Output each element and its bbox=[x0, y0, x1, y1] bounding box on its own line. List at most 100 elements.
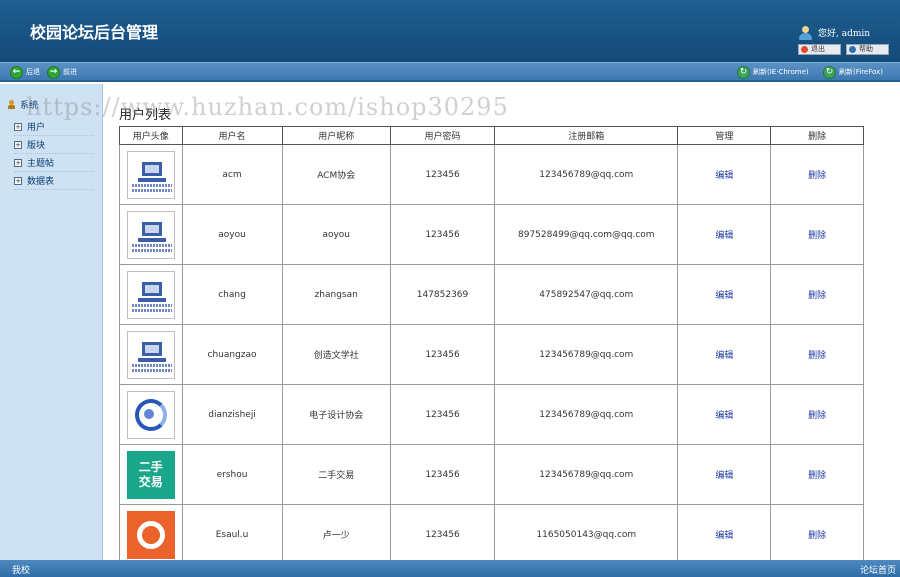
sidebar-item-label: 主题帖 bbox=[27, 159, 55, 169]
main-content: 用户列表 用户头像 用户名 用户昵称 用户密码 注册邮箱 管理 删除 acm A… bbox=[104, 84, 900, 560]
forward-button[interactable]: → 前进 bbox=[47, 64, 77, 80]
cell-password: 123456 bbox=[389, 144, 496, 205]
cell-password: 123456 bbox=[389, 324, 496, 385]
electronics-logo-avatar bbox=[126, 390, 175, 439]
cell-password: 123456 bbox=[389, 444, 496, 505]
footer-left-text: 我校 bbox=[12, 566, 31, 576]
table-header-row: 用户头像 用户名 用户昵称 用户密码 注册邮箱 管理 删除 bbox=[119, 126, 864, 145]
cell-username: dianzisheji bbox=[181, 384, 283, 445]
sidebar-item-label: 用户 bbox=[27, 123, 46, 133]
expand-plus-icon: + bbox=[14, 140, 22, 149]
site-title: 校园论坛后台管理 bbox=[30, 23, 159, 42]
top-header: 校园论坛后台管理 您好, admin 退出 帮助 bbox=[0, 0, 900, 62]
table-row: Esaul.u 卢一少 123456 1165050143@qq.com 编辑 … bbox=[119, 504, 864, 560]
page-title: 用户列表 bbox=[119, 108, 172, 123]
help-button[interactable]: 帮助 bbox=[846, 44, 889, 55]
sidebar-root-system[interactable]: 系统 bbox=[7, 98, 38, 111]
col-email: 注册邮箱 bbox=[494, 126, 679, 145]
col-manage: 管理 bbox=[677, 126, 772, 145]
avatar-text-line2: 交易 bbox=[138, 474, 163, 489]
sidebar: 系统 + 用户 + 版块 + 主题帖 + 数据表 bbox=[0, 84, 103, 560]
sidebar-item-topics[interactable]: + 主题帖 bbox=[14, 154, 94, 172]
cell-password: 123456 bbox=[389, 384, 496, 445]
refresh-ff-label: 刷新(FireFox) bbox=[839, 68, 883, 76]
sidebar-item-label: 数据表 bbox=[27, 177, 55, 187]
cell-email: 123456789@qq.com bbox=[494, 444, 679, 505]
forum-home-link[interactable]: 论坛首页 bbox=[860, 563, 896, 576]
sidebar-list: + 用户 + 版块 + 主题帖 + 数据表 bbox=[14, 118, 94, 190]
back-arrow-icon: ← bbox=[10, 65, 23, 79]
forward-label: 前进 bbox=[63, 68, 77, 76]
table-row: aoyou aoyou 123456 897528499@qq.com@qq.c… bbox=[119, 204, 864, 265]
ubuntu-logo-avatar bbox=[126, 510, 175, 559]
delete-link[interactable]: 删除 bbox=[808, 291, 826, 301]
table-row: dianzisheji 电子设计协会 123456 123456789@qq.c… bbox=[119, 384, 864, 445]
sidebar-item-users[interactable]: + 用户 bbox=[14, 118, 94, 136]
table-row: chang zhangsan 147852369 475892547@qq.co… bbox=[119, 264, 864, 325]
cell-nickname: ACM协会 bbox=[281, 144, 391, 205]
cell-nickname: zhangsan bbox=[281, 264, 391, 325]
edit-link[interactable]: 编辑 bbox=[715, 531, 733, 541]
cell-username: chang bbox=[181, 264, 283, 325]
logout-label: 退出 bbox=[811, 45, 825, 53]
computer-association-avatar bbox=[126, 150, 175, 199]
back-button[interactable]: ← 后退 bbox=[10, 64, 40, 80]
sidebar-item-boards[interactable]: + 版块 bbox=[14, 136, 94, 154]
col-username: 用户名 bbox=[181, 126, 283, 145]
edit-link[interactable]: 编辑 bbox=[715, 171, 733, 181]
edit-link[interactable]: 编辑 bbox=[715, 471, 733, 481]
back-label: 后退 bbox=[26, 68, 40, 76]
sidebar-item-label: 版块 bbox=[27, 141, 46, 151]
cell-email: 123456789@qq.com bbox=[494, 384, 679, 445]
delete-link[interactable]: 删除 bbox=[808, 411, 826, 421]
refresh-icon: ↻ bbox=[737, 65, 750, 79]
cell-email: 475892547@qq.com bbox=[494, 264, 679, 325]
delete-link[interactable]: 删除 bbox=[808, 231, 826, 241]
help-icon bbox=[849, 46, 856, 53]
delete-link[interactable]: 删除 bbox=[808, 471, 826, 481]
help-label: 帮助 bbox=[859, 45, 873, 53]
forward-arrow-icon: → bbox=[47, 65, 60, 79]
cell-nickname: 电子设计协会 bbox=[281, 384, 391, 445]
cell-username: aoyou bbox=[181, 204, 283, 265]
delete-link[interactable]: 删除 bbox=[808, 351, 826, 361]
expand-plus-icon: + bbox=[14, 158, 22, 167]
cell-password: 123456 bbox=[389, 504, 496, 560]
cell-nickname: aoyou bbox=[281, 204, 391, 265]
delete-link[interactable]: 删除 bbox=[808, 171, 826, 181]
computer-association-avatar bbox=[126, 330, 175, 379]
cell-nickname: 二手交易 bbox=[281, 444, 391, 505]
avatar-text-line1: 二手 bbox=[138, 459, 163, 474]
cell-email: 123456789@qq.com bbox=[494, 144, 679, 205]
col-nickname: 用户昵称 bbox=[281, 126, 391, 145]
table-row: chuangzao 创造文学社 123456 123456789@qq.com … bbox=[119, 324, 864, 385]
cell-email: 123456789@qq.com bbox=[494, 324, 679, 385]
delete-link[interactable]: 删除 bbox=[808, 531, 826, 541]
secondhand-trade-avatar: 二手 交易 bbox=[126, 450, 175, 499]
cell-nickname: 创造文学社 bbox=[281, 324, 391, 385]
computer-association-avatar bbox=[126, 210, 175, 259]
col-avatar: 用户头像 bbox=[119, 126, 183, 145]
refresh-icon: ↻ bbox=[823, 65, 836, 79]
greeting-text: 您好, admin bbox=[818, 29, 871, 39]
table-row: acm ACM协会 123456 123456789@qq.com 编辑 删除 bbox=[119, 144, 864, 205]
expand-plus-icon: + bbox=[14, 122, 22, 131]
refresh-ie-button[interactable]: ↻ 刷新(IE·Chrome) bbox=[737, 64, 809, 80]
cell-username: acm bbox=[181, 144, 283, 205]
cell-username: chuangzao bbox=[181, 324, 283, 385]
col-delete: 删除 bbox=[770, 126, 864, 145]
refresh-ff-button[interactable]: ↻ 刷新(FireFox) bbox=[823, 64, 883, 80]
edit-link[interactable]: 编辑 bbox=[715, 291, 733, 301]
logout-button[interactable]: 退出 bbox=[798, 44, 841, 55]
edit-link[interactable]: 编辑 bbox=[715, 351, 733, 361]
edit-link[interactable]: 编辑 bbox=[715, 231, 733, 241]
footer-bar: 我校 论坛首页 bbox=[0, 560, 900, 577]
user-icon bbox=[798, 26, 813, 40]
col-password: 用户密码 bbox=[389, 126, 496, 145]
edit-link[interactable]: 编辑 bbox=[715, 411, 733, 421]
refresh-ie-label: 刷新(IE·Chrome) bbox=[753, 68, 809, 76]
computer-association-avatar bbox=[126, 270, 175, 319]
sidebar-item-datatables[interactable]: + 数据表 bbox=[14, 172, 94, 190]
cell-password: 147852369 bbox=[389, 264, 496, 325]
toolbar: ← 后退 → 前进 ↻ 刷新(IE·Chrome) ↻ 刷新(FireFox) bbox=[0, 62, 900, 82]
